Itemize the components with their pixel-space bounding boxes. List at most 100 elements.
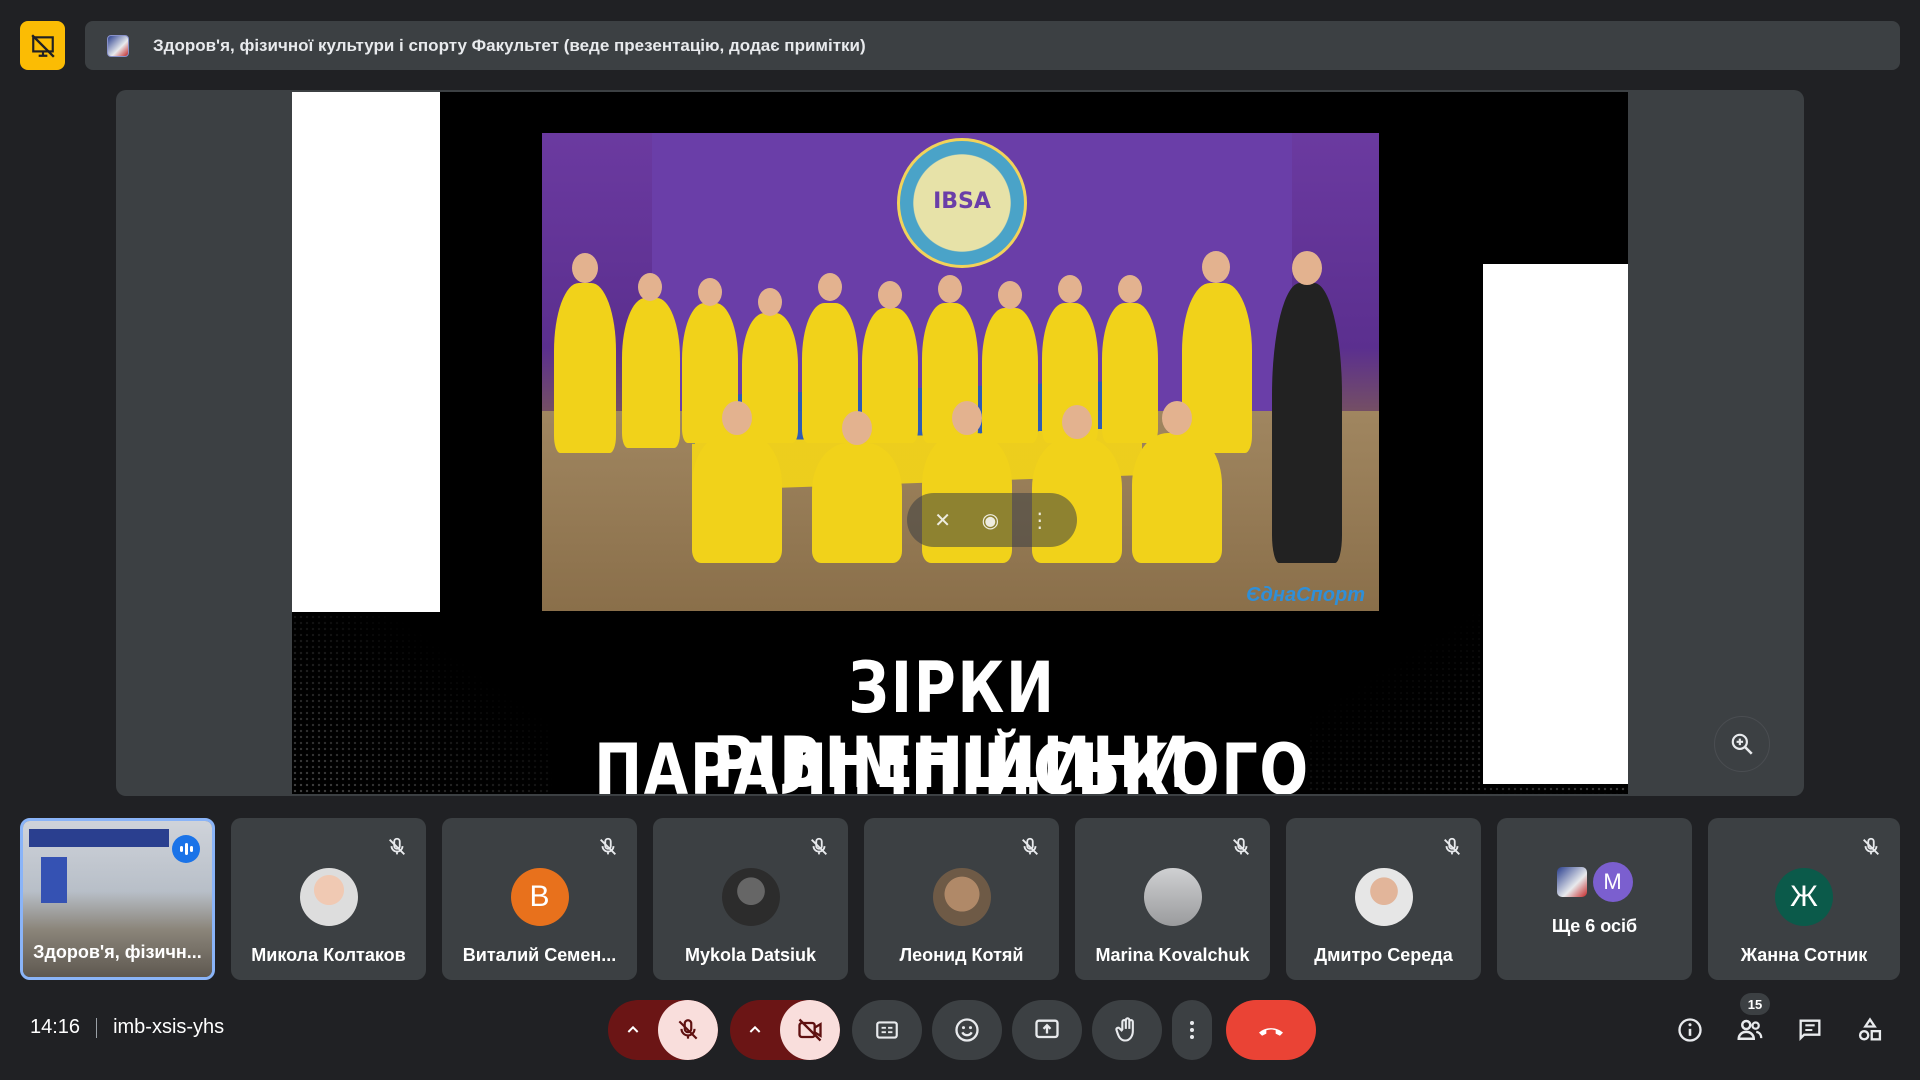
photo-person-head <box>878 281 902 309</box>
presenting-text: Здоров'я, фізичної культури і спорту Фак… <box>153 35 866 55</box>
participant-tile[interactable]: В Виталий Семен... <box>442 818 637 980</box>
meeting-details-button[interactable] <box>1660 1005 1720 1055</box>
people-count-badge: 15 <box>1740 993 1770 1015</box>
meeting-code: imb-xsis-yhs <box>113 1016 225 1038</box>
video-options-button[interactable] <box>730 1000 780 1060</box>
more-avatars: M <box>1497 862 1692 902</box>
zoom-in-icon <box>1731 733 1753 755</box>
participant-name: Жанна Сотник <box>1740 945 1868 965</box>
pin-icon[interactable]: ✕ <box>934 508 951 533</box>
photo-person-head <box>638 273 662 301</box>
photo-person-head <box>1058 275 1082 303</box>
avatar: В <box>510 868 569 926</box>
mic-toggle-button[interactable] <box>658 1000 718 1060</box>
avatar: Ж <box>1775 868 1833 926</box>
present-screen-icon <box>1035 1019 1059 1039</box>
photo-person <box>1182 283 1252 453</box>
meeting-info: 14:16 imb-xsis-yhs <box>30 1016 224 1039</box>
participant-tile[interactable]: Микола Колтаков <box>231 818 426 980</box>
mic-off-icon <box>389 837 405 855</box>
video-banner <box>29 829 169 847</box>
photo-emblem: IBSA <box>897 138 1027 268</box>
participant-tile[interactable]: Дмитро Середа <box>1286 818 1481 980</box>
avatar <box>932 868 991 926</box>
photo-person-head <box>572 253 598 283</box>
camera-toggle-button[interactable] <box>780 1000 840 1060</box>
more-vert-icon[interactable]: ⋮ <box>1030 508 1050 533</box>
participant-tile[interactable]: Леонид Котяй <box>864 818 1059 980</box>
info-icon <box>1678 1018 1702 1042</box>
avatar <box>299 868 358 926</box>
photo-person-head <box>842 411 872 445</box>
photo-person-head <box>818 273 842 301</box>
participant-tile[interactable]: Mykola Datsiuk <box>653 818 848 980</box>
people-icon <box>1737 1019 1763 1040</box>
participant-strip: Здоров'я, фізичн... Микола Колтаков В Ви… <box>20 818 1900 980</box>
activities-button[interactable] <box>1840 1005 1900 1055</box>
photo-person-head <box>1202 251 1230 283</box>
reactions-button[interactable] <box>932 1000 1002 1060</box>
photo-person-head <box>1062 405 1092 439</box>
more-participants-tile[interactable]: M Ще 6 осіб <box>1497 818 1692 980</box>
stop-presenting-button[interactable] <box>20 21 65 70</box>
photo-person <box>622 298 680 448</box>
call-end-icon <box>1259 1028 1283 1036</box>
emoji-icon <box>955 1018 979 1042</box>
photo-person <box>1102 303 1158 443</box>
more-participants-label: Ще 6 осіб <box>1551 916 1638 936</box>
photo-person-kneeling <box>692 433 782 563</box>
tile-hover-controls[interactable]: ✕ ◉ ⋮ <box>907 493 1077 547</box>
avatar <box>1354 868 1413 926</box>
camera-control-group <box>730 1000 840 1060</box>
more-options-button[interactable] <box>1172 1000 1212 1060</box>
people-button[interactable]: 15 <box>1720 993 1780 1055</box>
photo-person-kneeling <box>812 443 902 563</box>
participant-name: Леонид Котяй <box>899 945 1024 965</box>
photo-person <box>554 283 616 453</box>
chat-icon <box>1799 1019 1821 1041</box>
present-button[interactable] <box>1012 1000 1082 1060</box>
photo-person-head <box>722 401 752 435</box>
mic-off-icon <box>1863 837 1879 855</box>
video-poster <box>41 857 67 903</box>
audio-options-button[interactable] <box>608 1000 658 1060</box>
participant-name: Здоров'я, фізичн... <box>33 942 202 962</box>
mic-off-icon <box>1233 837 1249 855</box>
mic-off-icon <box>1022 837 1038 855</box>
speaking-indicator-icon <box>172 835 200 863</box>
photo-person-head <box>1162 401 1192 435</box>
photo-person-head <box>1118 275 1142 303</box>
raise-hand-button[interactable] <box>1092 1000 1162 1060</box>
participant-name: Микола Колтаков <box>251 945 406 965</box>
participant-tile[interactable]: Marina Kovalchuk <box>1075 818 1270 980</box>
slide-team-photo: IBSA ЄднаСпорт ✕ ◉ ⋮ <box>542 133 1379 611</box>
chat-button[interactable] <box>1780 1005 1840 1055</box>
clock-time: 14:16 <box>30 1016 81 1038</box>
mic-off-icon <box>1444 837 1460 855</box>
participant-tile[interactable]: Ж Жанна Сотник <box>1708 818 1900 980</box>
photo-person-head <box>938 275 962 303</box>
meet-app: Здоров'я, фізичної культури і спорту Фак… <box>0 0 1920 1080</box>
captions-button[interactable] <box>852 1000 922 1060</box>
photo-watermark: ЄднаСпорт <box>1246 584 1365 606</box>
chevron-up-icon <box>749 1025 761 1033</box>
slide-dots-decoration <box>292 614 552 794</box>
presenting-banner: Здоров'я, фізичної культури і спорту Фак… <box>85 21 1900 70</box>
activities-icon <box>1858 1017 1882 1041</box>
leave-call-button[interactable] <box>1226 1000 1316 1060</box>
photo-person-head <box>758 288 782 316</box>
photo-person-kneeling <box>1132 433 1222 563</box>
participant-tile[interactable]: Здоров'я, фізичн... <box>20 818 215 980</box>
participant-name: Виталий Семен... <box>462 945 617 965</box>
videocam-off-icon <box>798 1018 822 1042</box>
zoom-button[interactable] <box>1714 716 1770 772</box>
presentation-stage: IBSA ЄднаСпорт ✕ ◉ ⋮ ЗІРКИ ПАРАЛІМПІЙСЬК… <box>116 90 1804 796</box>
avatar <box>721 868 780 926</box>
audio-icon[interactable]: ◉ <box>982 508 999 533</box>
presentation-off-icon <box>30 33 55 58</box>
faculty-crest-icon <box>107 34 129 57</box>
photo-person-head <box>1292 251 1322 285</box>
closed-caption-icon <box>876 1021 898 1039</box>
presentation-slide: IBSA ЄднаСпорт ✕ ◉ ⋮ ЗІРКИ ПАРАЛІМПІЙСЬК… <box>292 92 1628 794</box>
mic-off-icon <box>678 1019 698 1040</box>
